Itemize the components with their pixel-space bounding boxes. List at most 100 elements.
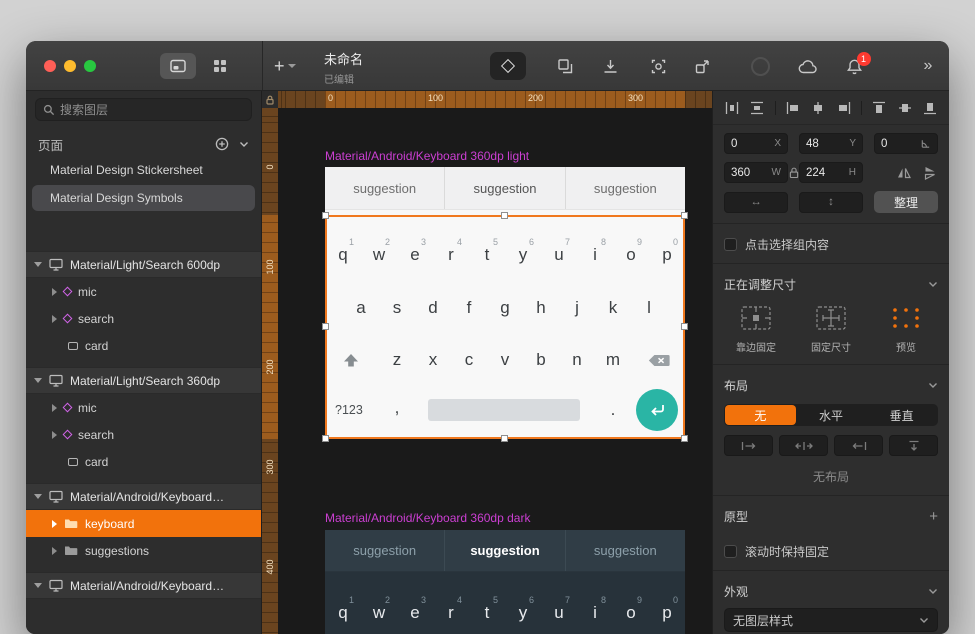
align-center-horizontal-icon[interactable] (810, 100, 826, 116)
y-field[interactable]: 48Y (799, 133, 863, 154)
flip-horizontal-icon[interactable] (896, 166, 912, 180)
add-prototype-button[interactable]: + (929, 508, 938, 525)
vertical-spacing-field[interactable]: ↕ (799, 192, 863, 213)
layer-search[interactable] (35, 98, 252, 121)
x-field[interactable]: 0X (724, 133, 788, 154)
selection-handle[interactable] (681, 435, 688, 442)
page-item[interactable]: Material Design Stickersheet (26, 157, 261, 183)
add-page-button[interactable] (215, 137, 229, 151)
width-field[interactable]: 360W (724, 162, 788, 183)
key[interactable]: 8i (577, 586, 613, 626)
suggestion-chip[interactable]: suggestion (325, 167, 444, 209)
canvas-content[interactable]: Material/Android/Keyboard 360dp light su… (278, 108, 712, 634)
zoom-button[interactable] (84, 60, 96, 72)
layout-mode-none[interactable]: 无 (725, 405, 796, 425)
union-button[interactable] (551, 51, 579, 81)
key[interactable]: 1q (325, 586, 361, 626)
align-right-icon[interactable] (836, 100, 852, 116)
mask-button[interactable] (644, 51, 672, 81)
layer-row-symbol[interactable]: search (26, 305, 261, 332)
align-bottom-icon[interactable] (922, 100, 938, 116)
resizing-option-pin-edges[interactable]: 靠边固定 (724, 303, 788, 354)
disclosure-open-icon[interactable] (34, 378, 42, 383)
view-toggle-canvas[interactable] (160, 53, 196, 79)
key[interactable]: 4r (433, 586, 469, 626)
flip-vertical-icon[interactable] (923, 165, 937, 181)
close-button[interactable] (44, 60, 56, 72)
artboard-keyboard-dark[interactable]: suggestionsuggestionsuggestion 1q2w3e4r5… (325, 530, 685, 634)
layer-row-symbol[interactable]: search (26, 421, 261, 448)
layer-style-dropdown[interactable]: 无图层样式 (724, 608, 938, 632)
tidy-button[interactable]: 整理 (874, 191, 938, 213)
suggestion-chip[interactable]: suggestion (325, 530, 444, 571)
toolbar-overflow-button[interactable]: » (916, 51, 940, 81)
key[interactable]: 9o (613, 586, 649, 626)
notifications-button[interactable]: 1 (840, 51, 868, 81)
layer-row-shape[interactable]: card (26, 448, 261, 475)
selection-handle[interactable] (322, 212, 329, 219)
create-symbol-button[interactable] (490, 52, 526, 80)
layer-row-artboard[interactable]: Material/Light/Search 600dp (26, 251, 261, 278)
disclosure-open-icon[interactable] (34, 494, 42, 499)
align-left-icon[interactable] (785, 100, 801, 116)
selection-handle[interactable] (681, 212, 688, 219)
layer-row-shape[interactable]: card (26, 332, 261, 359)
key[interactable]: 2w (361, 586, 397, 626)
page-item-selected[interactable]: Material Design Symbols (32, 185, 255, 211)
horizontal-ruler[interactable]: 0 100 200 300 (278, 91, 712, 108)
select-group-content-checkbox[interactable] (724, 238, 737, 251)
align-middle-vertical-icon[interactable] (897, 100, 913, 116)
collaboration-button[interactable] (748, 51, 772, 81)
layout-mode-horizontal[interactable]: 水平 (796, 405, 867, 425)
selection-handle[interactable] (501, 212, 508, 219)
artboard-title-light[interactable]: Material/Android/Keyboard 360dp light (325, 149, 529, 163)
disclosure-closed-icon[interactable] (52, 404, 57, 412)
flatten-button[interactable] (596, 51, 624, 81)
resizing-option-preview[interactable]: 预览 (874, 303, 938, 354)
lock-aspect-icon[interactable] (789, 166, 799, 179)
artboard-title-dark[interactable]: Material/Android/Keyboard 360dp dark (325, 511, 530, 525)
disclosure-closed-icon[interactable] (52, 520, 57, 528)
fixed-on-scroll-checkbox[interactable] (724, 545, 737, 558)
layout-direction-ltr[interactable] (724, 435, 773, 456)
layout-mode-vertical[interactable]: 垂直 (866, 405, 937, 425)
disclosure-closed-icon[interactable] (52, 431, 57, 439)
rotation-field[interactable]: 0 (874, 133, 938, 154)
search-input[interactable] (60, 103, 244, 117)
selection-bounding-box[interactable] (325, 215, 685, 439)
layer-row-artboard[interactable]: Material/Light/Search 360dp (26, 367, 261, 394)
chevron-down-icon[interactable] (928, 588, 938, 595)
layout-direction-ttb[interactable] (889, 435, 938, 456)
minimize-button[interactable] (64, 60, 76, 72)
disclosure-closed-icon[interactable] (52, 288, 57, 296)
chevron-down-icon[interactable] (928, 382, 938, 389)
layout-direction-center-h[interactable] (779, 435, 828, 456)
resizing-option-fixed-size[interactable]: 固定尺寸 (799, 303, 863, 354)
key[interactable]: 3e (397, 586, 433, 626)
disclosure-open-icon[interactable] (34, 583, 42, 588)
distribute-horizontally-icon[interactable] (724, 100, 740, 116)
selection-handle[interactable] (681, 323, 688, 330)
layer-row-group[interactable]: suggestions (26, 537, 261, 564)
align-top-icon[interactable] (871, 100, 887, 116)
key[interactable]: 7u (541, 586, 577, 626)
layer-row-artboard[interactable]: Material/Android/Keyboard… (26, 572, 261, 599)
pages-chevron-down-icon[interactable] (239, 141, 249, 148)
selection-handle[interactable] (322, 435, 329, 442)
horizontal-spacing-field[interactable]: ↔ (724, 192, 788, 213)
key[interactable]: 0p (649, 586, 685, 626)
disclosure-closed-icon[interactable] (52, 315, 57, 323)
selection-handle[interactable] (501, 435, 508, 442)
key[interactable]: 6y (505, 586, 541, 626)
insert-button[interactable]: + (274, 51, 296, 81)
distribute-vertically-icon[interactable] (749, 100, 765, 116)
layout-direction-rtl[interactable] (834, 435, 883, 456)
chevron-down-icon[interactable] (928, 281, 938, 288)
selection-handle[interactable] (322, 323, 329, 330)
vertical-ruler[interactable]: 0 100 200 300 400 (262, 108, 278, 634)
disclosure-open-icon[interactable] (34, 262, 42, 267)
scale-button[interactable] (688, 51, 716, 81)
key[interactable]: 5t (469, 586, 505, 626)
suggestion-chip[interactable]: suggestion (565, 530, 685, 571)
suggestion-chip[interactable]: suggestion (565, 167, 685, 209)
